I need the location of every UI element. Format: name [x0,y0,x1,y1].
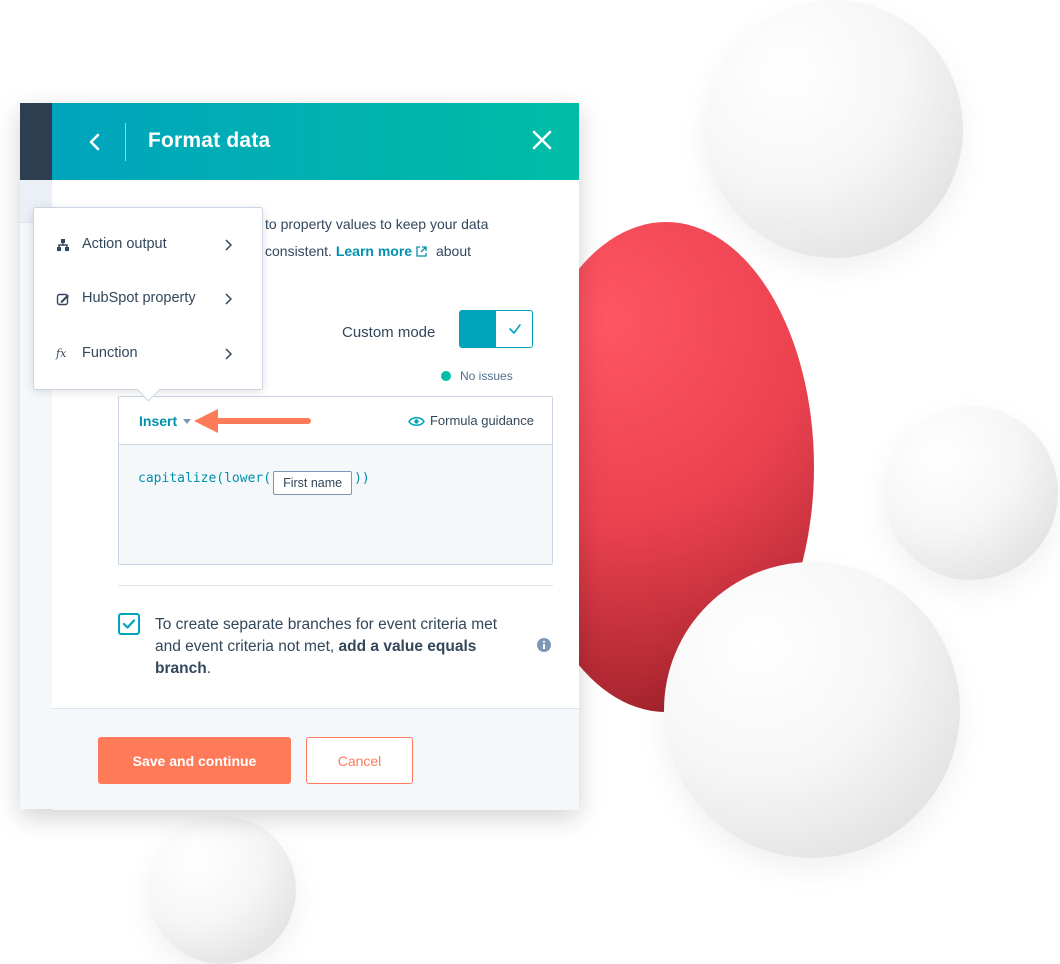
caret-down-icon [183,419,192,424]
hierarchy-icon [57,239,69,251]
checkmark-icon [509,324,521,334]
description-line: to property values to keep your data [265,216,489,232]
app-nav-strip [20,103,52,180]
formula-token-first-name[interactable]: First name [273,471,353,495]
menu-item-hubspot-property[interactable]: HubSpot property [34,284,262,314]
close-button[interactable] [529,127,555,153]
learn-more-link[interactable]: Learn more [336,243,412,259]
custom-mode-label: Custom mode [342,324,436,341]
branch-option-label: To create separate branches for event cr… [155,616,498,677]
decorative-grey-sphere [148,816,296,964]
cancel-button[interactable]: Cancel [306,737,413,784]
annotation-arrow-icon [194,409,311,433]
checkmark-icon [122,619,136,629]
insert-dropdown-menu: Action output HubSpot property fx Functi… [33,207,263,390]
back-button[interactable] [80,125,110,159]
menu-item-label: HubSpot property [82,290,196,306]
panel-footer: Save and continue Cancel [52,708,579,810]
function-icon: fx [56,347,67,360]
save-and-continue-button[interactable]: Save and continue [98,737,291,784]
decorative-grey-sphere [884,406,1058,580]
panel-description: to property values to keep your data con… [265,211,565,265]
eye-icon [408,416,425,427]
value-equals-branch-checkbox[interactable] [118,613,140,635]
chevron-left-icon [89,133,100,151]
menu-item-action-output[interactable]: Action output [34,230,262,260]
panel-header: Format data [52,103,579,180]
panel-title: Format data [148,129,271,152]
chevron-right-icon [225,293,232,305]
description-line: consistent. Learn more about [265,243,472,259]
section-divider [118,585,553,586]
decorative-grey-sphere [664,562,960,858]
menu-item-function[interactable]: fx Function [34,339,262,369]
external-link-icon [416,246,427,257]
header-divider [125,123,126,161]
formula-editor: Insert Formula guidance capitalize(lower… [118,396,553,565]
toggle-knob [460,311,496,347]
insert-dropdown-button[interactable]: Insert [139,413,192,429]
formula-input[interactable]: capitalize(lower(First name)) [138,471,370,495]
close-icon [532,130,552,150]
editor-toolbar: Insert Formula guidance [119,397,552,445]
custom-mode-toggle[interactable] [459,310,533,348]
menu-item-label: Function [82,345,138,361]
chevron-right-icon [225,239,232,251]
info-icon[interactable] [537,638,551,652]
decorative-grey-sphere [705,0,963,258]
edit-icon [56,293,69,306]
chevron-right-icon [225,348,232,360]
formula-guidance-link[interactable]: Formula guidance [408,413,534,428]
status-dot-icon [441,371,451,381]
menu-item-label: Action output [82,236,167,252]
validation-status: No issues [441,369,513,383]
